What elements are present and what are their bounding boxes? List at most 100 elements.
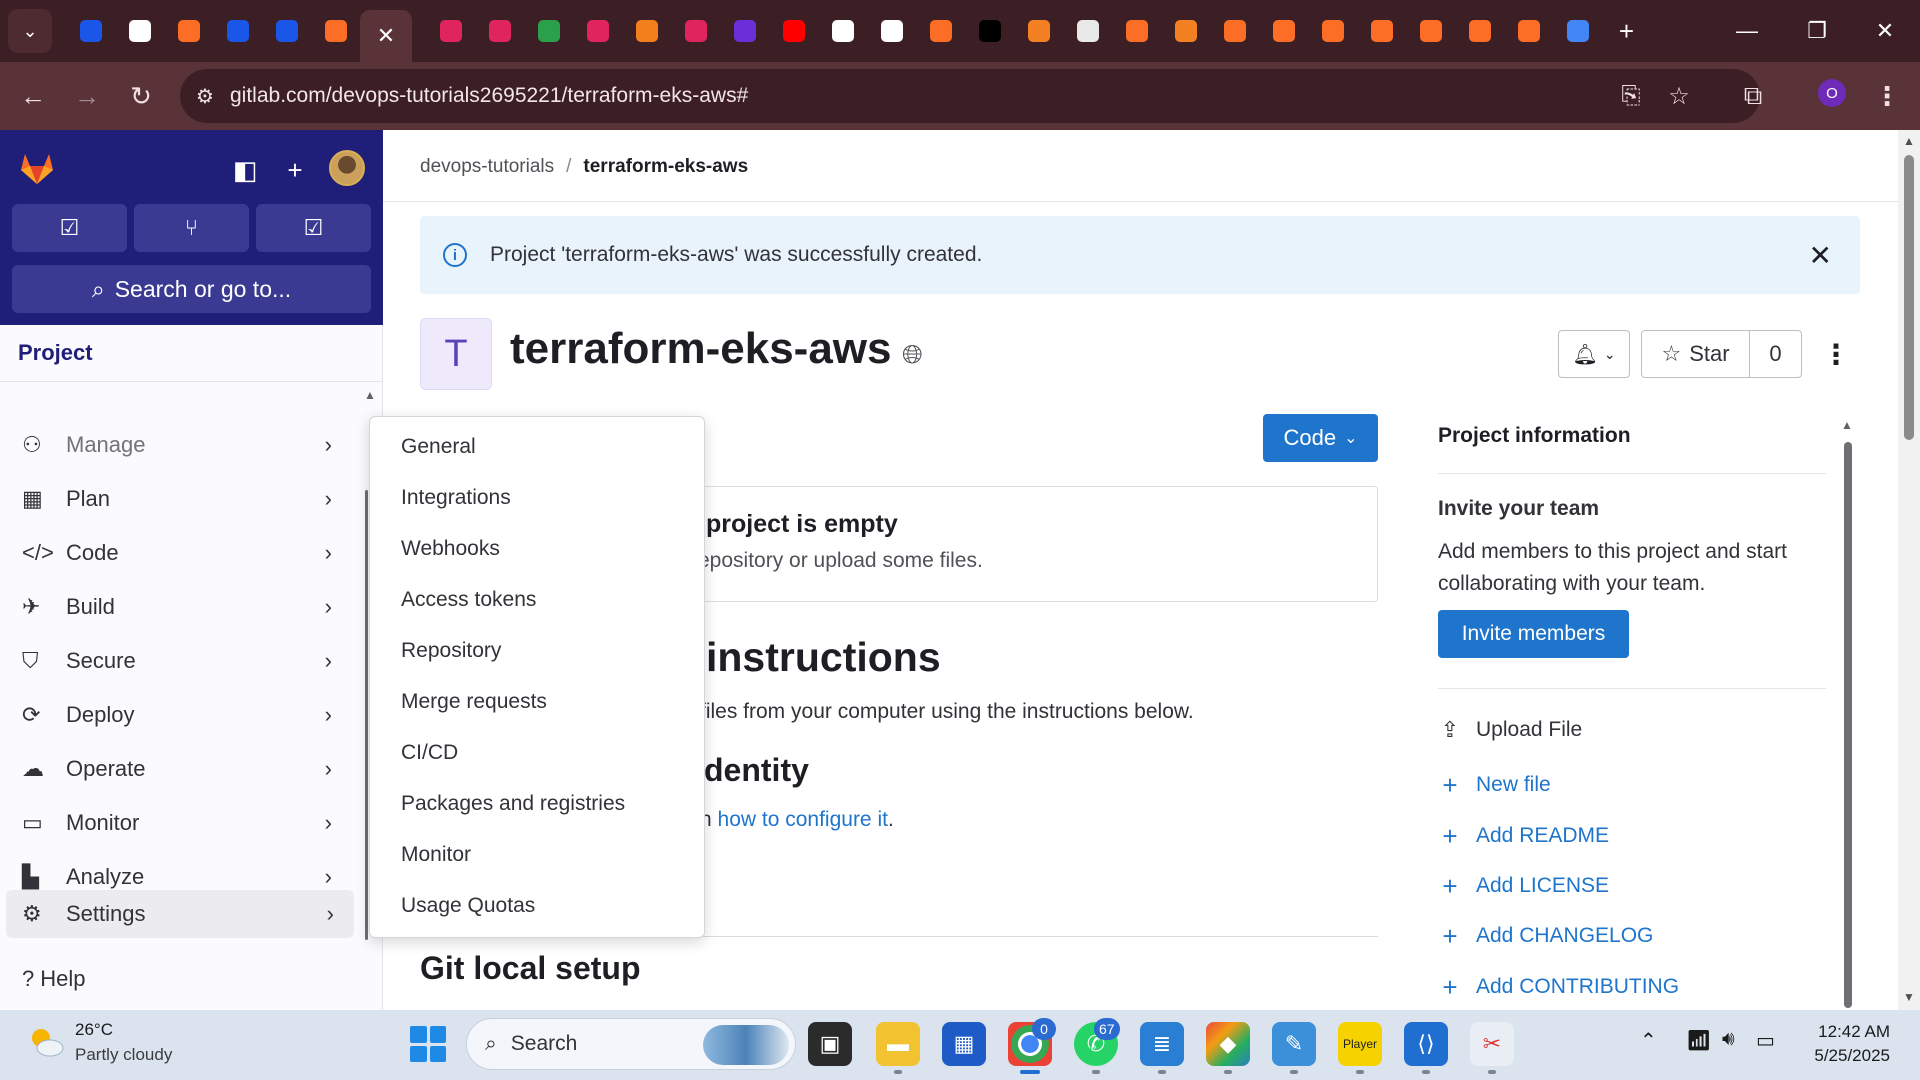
browser-tab[interactable] bbox=[720, 9, 769, 53]
upload-file-link[interactable]: ⇪ Upload File bbox=[1438, 715, 1582, 745]
menu-item-repository[interactable]: Repository bbox=[401, 639, 501, 663]
browser-tab[interactable] bbox=[916, 9, 965, 53]
code-button[interactable]: Code ⌄ bbox=[1263, 414, 1378, 462]
add-contributing-link[interactable]: + Add CONTRIBUTING bbox=[1438, 972, 1679, 1002]
forward-button[interactable]: → bbox=[60, 69, 114, 123]
new-tab-button[interactable]: + bbox=[1602, 9, 1651, 53]
scroll-up-arrow[interactable]: ▲ bbox=[1841, 418, 1853, 432]
back-button[interactable]: ← bbox=[6, 69, 60, 123]
media-player-icon[interactable]: Player bbox=[1338, 1022, 1382, 1066]
notepad-icon[interactable]: ≣ bbox=[1140, 1022, 1184, 1066]
close-window-button[interactable]: ✕ bbox=[1850, 0, 1920, 62]
browser-tab[interactable] bbox=[1014, 9, 1063, 53]
browser-tab[interactable] bbox=[965, 9, 1014, 53]
browser-tab[interactable] bbox=[1455, 9, 1504, 53]
menu-item-usage-quotas[interactable]: Usage Quotas bbox=[401, 894, 535, 918]
task-view-icon[interactable]: ▣ bbox=[808, 1022, 852, 1066]
browser-tab[interactable] bbox=[769, 9, 818, 53]
browser-tab[interactable] bbox=[66, 9, 115, 53]
scroll-up-arrow[interactable]: ▲ bbox=[364, 388, 376, 402]
sidebar-item-settings[interactable]: ⚙ Settings › bbox=[6, 890, 354, 938]
todos-button[interactable]: ☑ bbox=[256, 204, 371, 252]
sidebar-item-code[interactable]: </> Code › bbox=[6, 528, 352, 578]
browser-tab[interactable] bbox=[164, 9, 213, 53]
browser-tab[interactable] bbox=[115, 9, 164, 53]
scroll-down-arrow[interactable]: ▼ bbox=[1903, 990, 1915, 1004]
file-explorer-icon[interactable]: ▬ bbox=[876, 1022, 920, 1066]
taskbar-search[interactable]: ⌕ Search bbox=[466, 1018, 796, 1070]
collapse-sidebar-icon[interactable]: ◧ bbox=[225, 150, 265, 190]
browser-tab[interactable] bbox=[1406, 9, 1455, 53]
more-actions-icon[interactable]: ⋮ bbox=[1822, 330, 1850, 378]
browser-tab[interactable] bbox=[1161, 9, 1210, 53]
menu-item-monitor[interactable]: Monitor bbox=[401, 843, 471, 867]
menu-item-access-tokens[interactable]: Access tokens bbox=[401, 588, 536, 612]
browser-tab[interactable] bbox=[818, 9, 867, 53]
menu-item-ci-cd[interactable]: CI/CD bbox=[401, 741, 458, 765]
browser-tab[interactable] bbox=[1308, 9, 1357, 53]
sidebar-item-secure[interactable]: ⛉ Secure › bbox=[6, 636, 352, 686]
git-kraken-icon[interactable]: ◆ bbox=[1206, 1022, 1250, 1066]
minimize-button[interactable]: — bbox=[1712, 0, 1782, 62]
tab-search-icon[interactable]: ⌄ bbox=[8, 9, 52, 53]
paint-icon[interactable]: ✎ bbox=[1272, 1022, 1316, 1066]
browser-tab[interactable] bbox=[622, 9, 671, 53]
star-count[interactable]: 0 bbox=[1750, 341, 1801, 367]
help-button[interactable]: ? Help bbox=[22, 966, 86, 992]
sidebar-item-monitor[interactable]: ▭ Monitor › bbox=[6, 798, 352, 848]
url-text[interactable]: gitlab.com/devops-tutorials2695221/terra… bbox=[230, 84, 748, 108]
user-avatar[interactable] bbox=[329, 150, 365, 186]
restore-button[interactable]: ❐ bbox=[1782, 0, 1852, 62]
install-app-icon[interactable]: ⎘ bbox=[1606, 69, 1656, 123]
weather-temperature[interactable]: 26°C bbox=[75, 1020, 113, 1040]
browser-tab[interactable] bbox=[1504, 9, 1553, 53]
merge-requests-button[interactable]: ⑂ bbox=[134, 204, 249, 252]
create-new-icon[interactable]: + bbox=[275, 150, 315, 190]
battery-icon[interactable]: ▭ bbox=[1756, 1028, 1775, 1053]
volume-icon[interactable]: 🔊︎ bbox=[1722, 1028, 1735, 1051]
sidebar-item-deploy[interactable]: ⟳ Deploy › bbox=[6, 690, 352, 740]
page-scrollbar-thumb[interactable] bbox=[1904, 155, 1914, 440]
system-clock[interactable]: 12:42 AM 5/25/2025 bbox=[1790, 1020, 1890, 1068]
browser-tab[interactable] bbox=[1210, 9, 1259, 53]
invite-members-button[interactable]: Invite members bbox=[1438, 610, 1629, 658]
gitlab-logo[interactable] bbox=[17, 148, 57, 188]
star-button[interactable]: ☆ Star 0 bbox=[1641, 330, 1802, 378]
browser-tab[interactable] bbox=[867, 9, 916, 53]
browser-tab[interactable] bbox=[1553, 9, 1602, 53]
microsoft-store-icon[interactable]: ▦ bbox=[942, 1022, 986, 1066]
add-changelog-link[interactable]: + Add CHANGELOG bbox=[1438, 921, 1653, 951]
scroll-up-arrow[interactable]: ▲ bbox=[1903, 134, 1915, 148]
browser-tab[interactable] bbox=[671, 9, 720, 53]
browser-tab[interactable] bbox=[213, 9, 262, 53]
partly-cloudy-icon[interactable] bbox=[26, 1024, 66, 1060]
address-bar[interactable]: ⚙ gitlab.com/devops-tutorials2695221/ter… bbox=[180, 69, 1760, 123]
add-license-link[interactable]: + Add LICENSE bbox=[1438, 871, 1609, 901]
sidebar-item-build[interactable]: ✈ Build › bbox=[6, 582, 352, 632]
bookmark-star-icon[interactable]: ☆ bbox=[1654, 69, 1704, 123]
browser-tab[interactable] bbox=[573, 9, 622, 53]
menu-item-packages-registries[interactable]: Packages and registries bbox=[401, 792, 625, 816]
menu-item-general[interactable]: General bbox=[401, 435, 476, 459]
menu-item-integrations[interactable]: Integrations bbox=[401, 486, 511, 510]
sidebar-item-manage[interactable]: ⚇ Manage › bbox=[6, 420, 352, 470]
search-button[interactable]: ⌕ Search or go to... bbox=[12, 265, 371, 313]
weather-description[interactable]: Partly cloudy bbox=[75, 1045, 172, 1065]
active-tab-close-button[interactable]: ✕ bbox=[360, 10, 412, 62]
browser-menu-icon[interactable]: ⋮ bbox=[1860, 69, 1914, 123]
browser-tab[interactable] bbox=[475, 9, 524, 53]
breadcrumb-project-link[interactable]: terraform-eks-aws bbox=[583, 156, 748, 177]
configure-link[interactable]: how to configure it bbox=[718, 808, 888, 831]
show-hidden-icons-chevron-icon[interactable]: ⌃ bbox=[1640, 1028, 1657, 1053]
close-icon[interactable]: ✕ bbox=[1809, 239, 1832, 272]
issues-button[interactable]: ☑ bbox=[12, 204, 127, 252]
browser-tab[interactable] bbox=[1112, 9, 1161, 53]
reload-button[interactable]: ↻ bbox=[114, 69, 168, 123]
add-readme-link[interactable]: + Add README bbox=[1438, 821, 1609, 851]
browser-tab[interactable] bbox=[1259, 9, 1308, 53]
right-panel-scrollbar[interactable] bbox=[1844, 442, 1852, 1008]
browser-tab[interactable] bbox=[524, 9, 573, 53]
profile-avatar[interactable]: O bbox=[1818, 79, 1846, 107]
browser-tab[interactable] bbox=[262, 9, 311, 53]
vscode-icon[interactable]: ⟨⟩ bbox=[1404, 1022, 1448, 1066]
